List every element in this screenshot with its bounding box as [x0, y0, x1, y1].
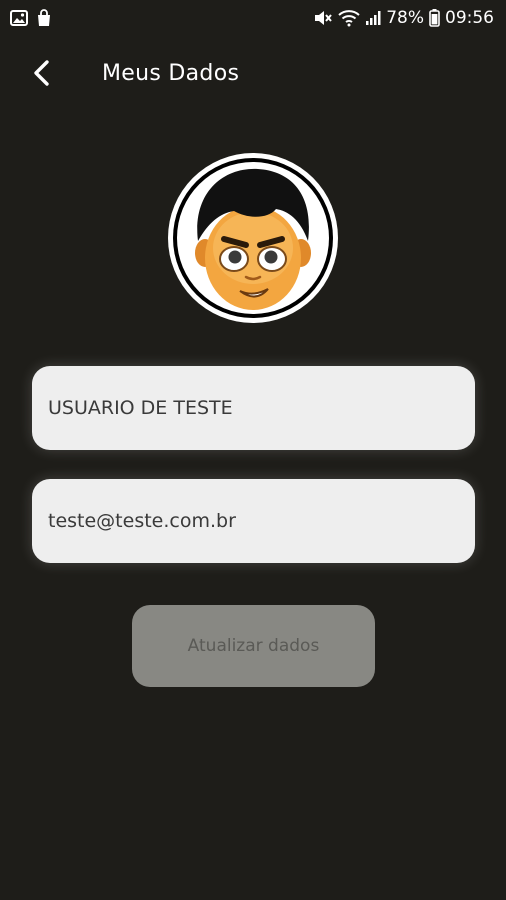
email-input[interactable]: [32, 479, 475, 563]
back-button[interactable]: [24, 58, 58, 92]
shopping-bag-icon: [36, 9, 52, 27]
avatar[interactable]: [168, 153, 338, 323]
battery-icon: [429, 9, 440, 27]
clock: 09:56: [445, 8, 494, 28]
app-bar: Meus Dados: [0, 50, 506, 100]
page-title: Meus Dados: [102, 61, 240, 86]
chevron-left-icon: [31, 59, 51, 91]
status-right: 78% 09:56: [313, 8, 494, 28]
update-data-button[interactable]: Atualizar dados: [132, 605, 375, 687]
wifi-icon: [338, 9, 360, 27]
image-icon: [10, 10, 28, 26]
cartoon-face-avatar-icon: [173, 158, 333, 318]
battery-percentage: 78%: [386, 8, 424, 28]
mute-icon: [313, 9, 333, 27]
name-input[interactable]: [32, 366, 475, 450]
signal-icon: [365, 10, 381, 26]
status-bar: 78% 09:56: [0, 0, 506, 36]
status-left: [10, 9, 52, 27]
